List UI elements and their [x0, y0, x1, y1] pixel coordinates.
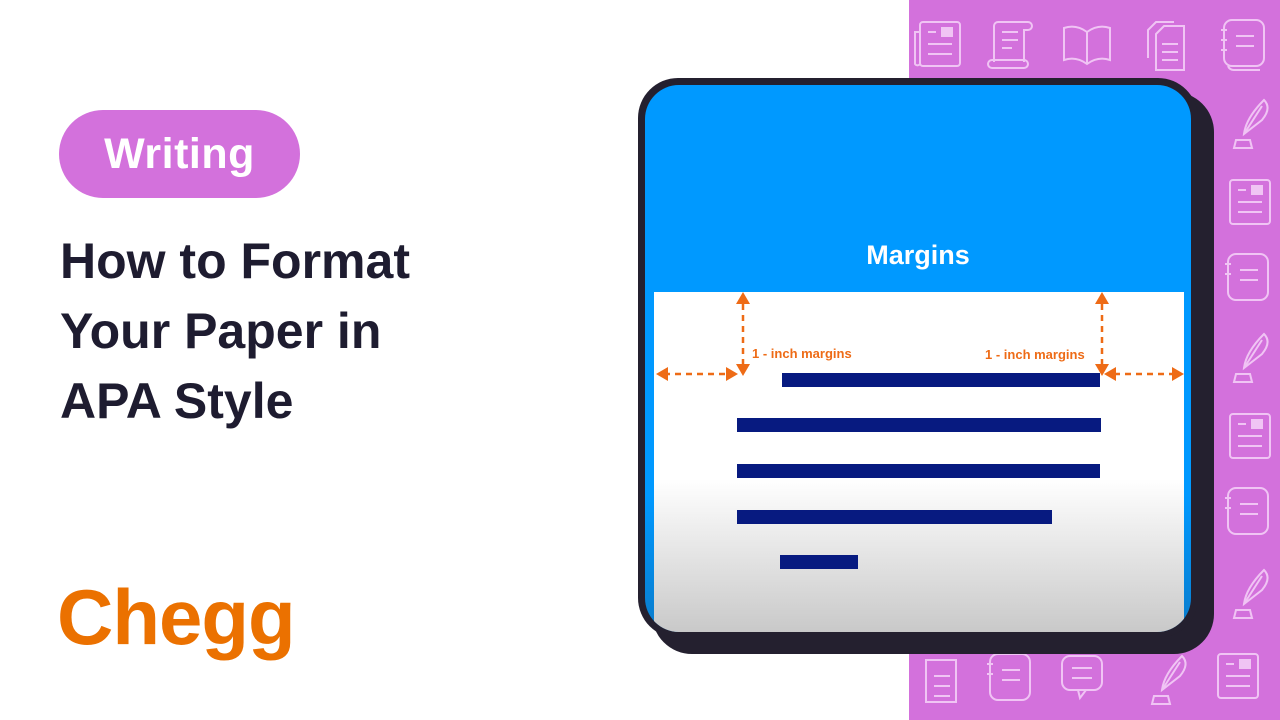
arrow-head-right	[1172, 367, 1184, 381]
newspaper-icon	[912, 18, 966, 72]
notebook-icon	[984, 652, 1038, 706]
scroll-icon	[984, 18, 1038, 72]
category-tag: Writing	[59, 110, 300, 198]
arrow-head-up	[736, 292, 750, 304]
notebook-icon	[1222, 252, 1276, 306]
newspaper-icon	[1210, 650, 1264, 704]
document-icon	[912, 652, 966, 706]
speech-notes-icon	[1058, 652, 1112, 706]
newspaper-icon	[1222, 410, 1276, 464]
quill-ink-icon	[1222, 96, 1276, 150]
left-margin-label: 1 - inch margins	[752, 346, 852, 361]
notebook-icon	[1222, 486, 1276, 540]
video-title: How to Format Your Paper in APA Style	[60, 226, 500, 436]
documents-icon	[1140, 18, 1194, 72]
card-heading: Margins	[866, 240, 970, 270]
illustration-card: Margins 1 - inch margins 1 - inch margin…	[645, 85, 1191, 632]
right-margin-label: 1 - inch margins	[985, 347, 1085, 362]
title-line: Your Paper in	[60, 303, 382, 359]
chegg-logo: Chegg	[57, 573, 296, 661]
quill-ink-icon	[1222, 330, 1276, 384]
paper-page: 1 - inch margins 1 - inch margins	[654, 292, 1184, 632]
title-line: APA Style	[60, 373, 294, 429]
newspaper-icon	[1222, 176, 1276, 230]
title-line: How to Format	[60, 233, 410, 289]
arrow-head-up	[1095, 292, 1109, 304]
text-line	[737, 418, 1101, 432]
notebook-icon	[1218, 18, 1272, 72]
text-line	[780, 555, 858, 569]
text-line	[737, 510, 1052, 524]
quill-ink-icon	[1140, 652, 1194, 706]
text-line	[737, 464, 1100, 478]
arrow-head-down	[736, 364, 750, 376]
arrow-head-left	[656, 367, 668, 381]
margin-arrows	[656, 292, 1184, 381]
open-book-icon	[1060, 18, 1114, 72]
quill-ink-icon	[1222, 566, 1276, 620]
text-line	[782, 373, 1100, 387]
arrow-head-right	[726, 367, 738, 381]
